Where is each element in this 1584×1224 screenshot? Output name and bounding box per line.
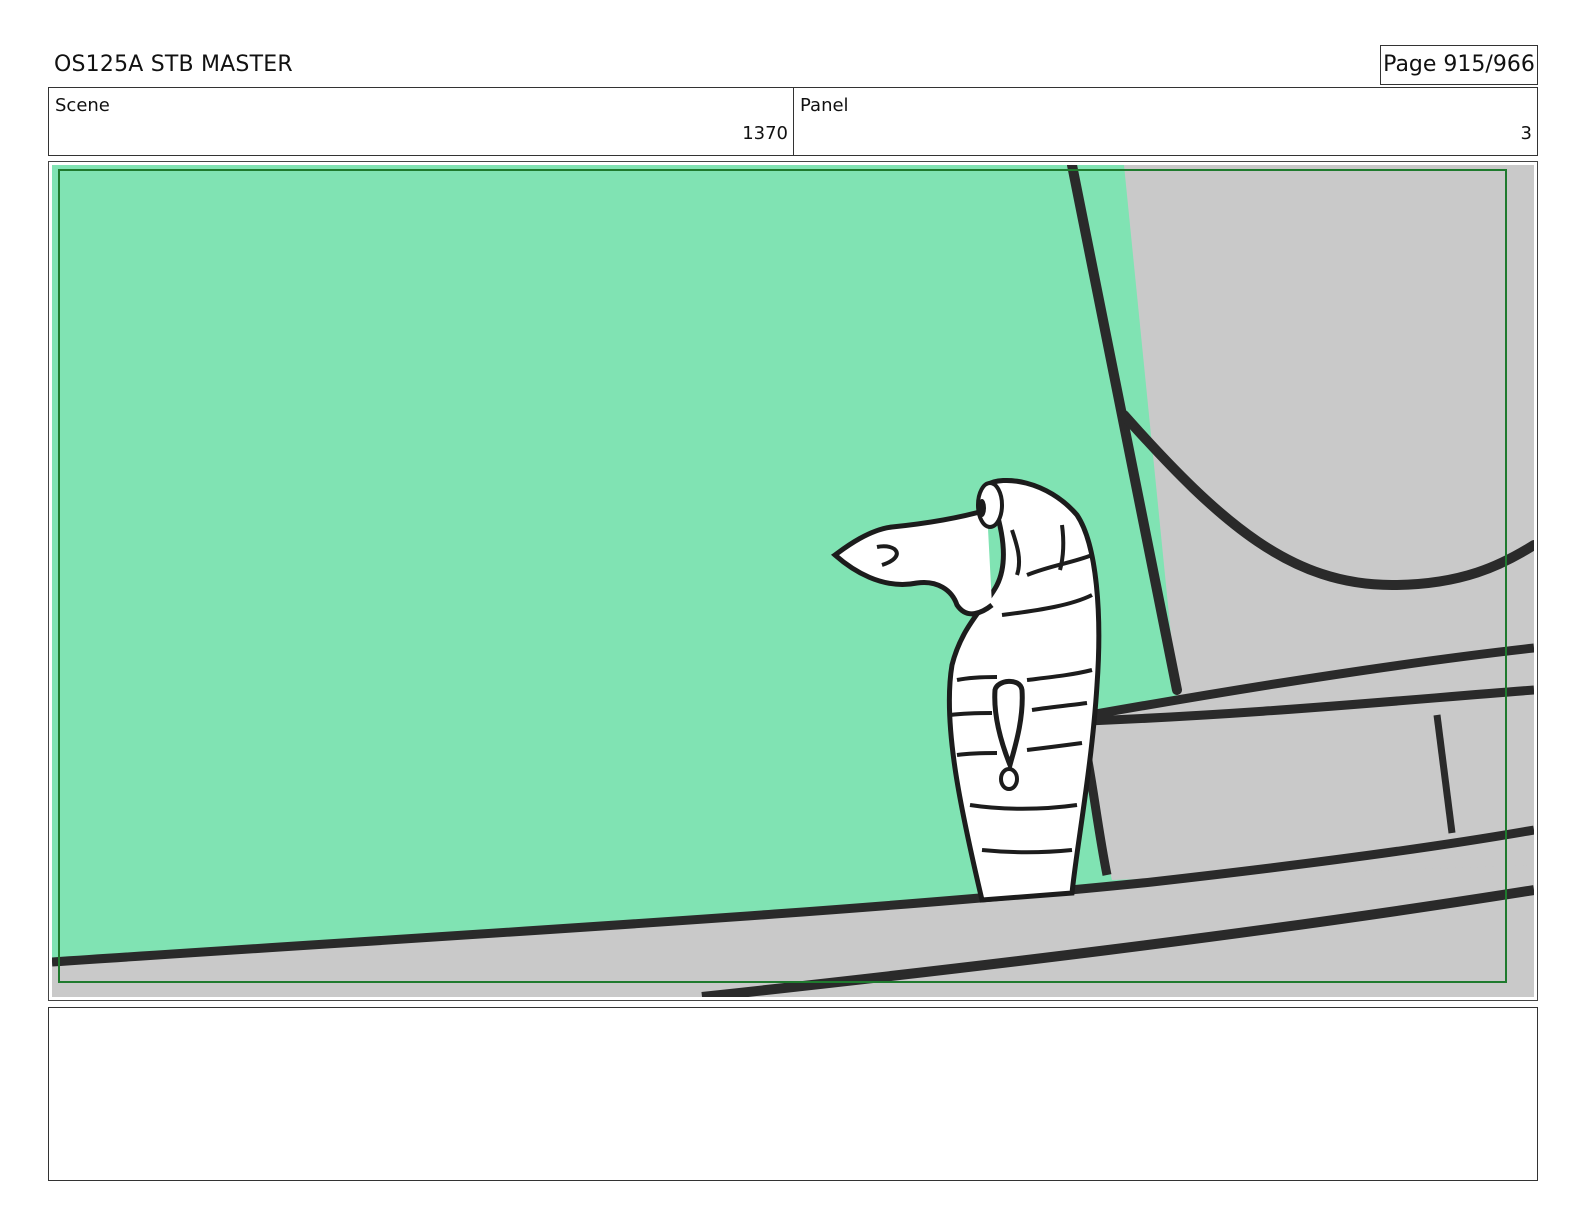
storyboard-drawing bbox=[52, 165, 1534, 997]
panel-label: Panel bbox=[800, 95, 849, 116]
scene-label: Scene bbox=[55, 95, 110, 116]
exclamation-mark-dot bbox=[999, 767, 1019, 791]
panel-cell: Panel 3 bbox=[794, 88, 1537, 155]
storyboard-frame bbox=[48, 161, 1538, 1001]
scene-panel-info-row: Scene 1370 Panel 3 bbox=[48, 87, 1538, 156]
page-number-box: Page 915/966 bbox=[1380, 45, 1538, 85]
character-pupil bbox=[978, 499, 986, 517]
document-title: OS125A STB MASTER bbox=[54, 52, 293, 77]
scene-cell: Scene 1370 bbox=[49, 88, 794, 155]
panel-number: 3 bbox=[1520, 123, 1532, 144]
notes-box[interactable] bbox=[48, 1007, 1538, 1181]
scene-number: 1370 bbox=[742, 123, 788, 144]
